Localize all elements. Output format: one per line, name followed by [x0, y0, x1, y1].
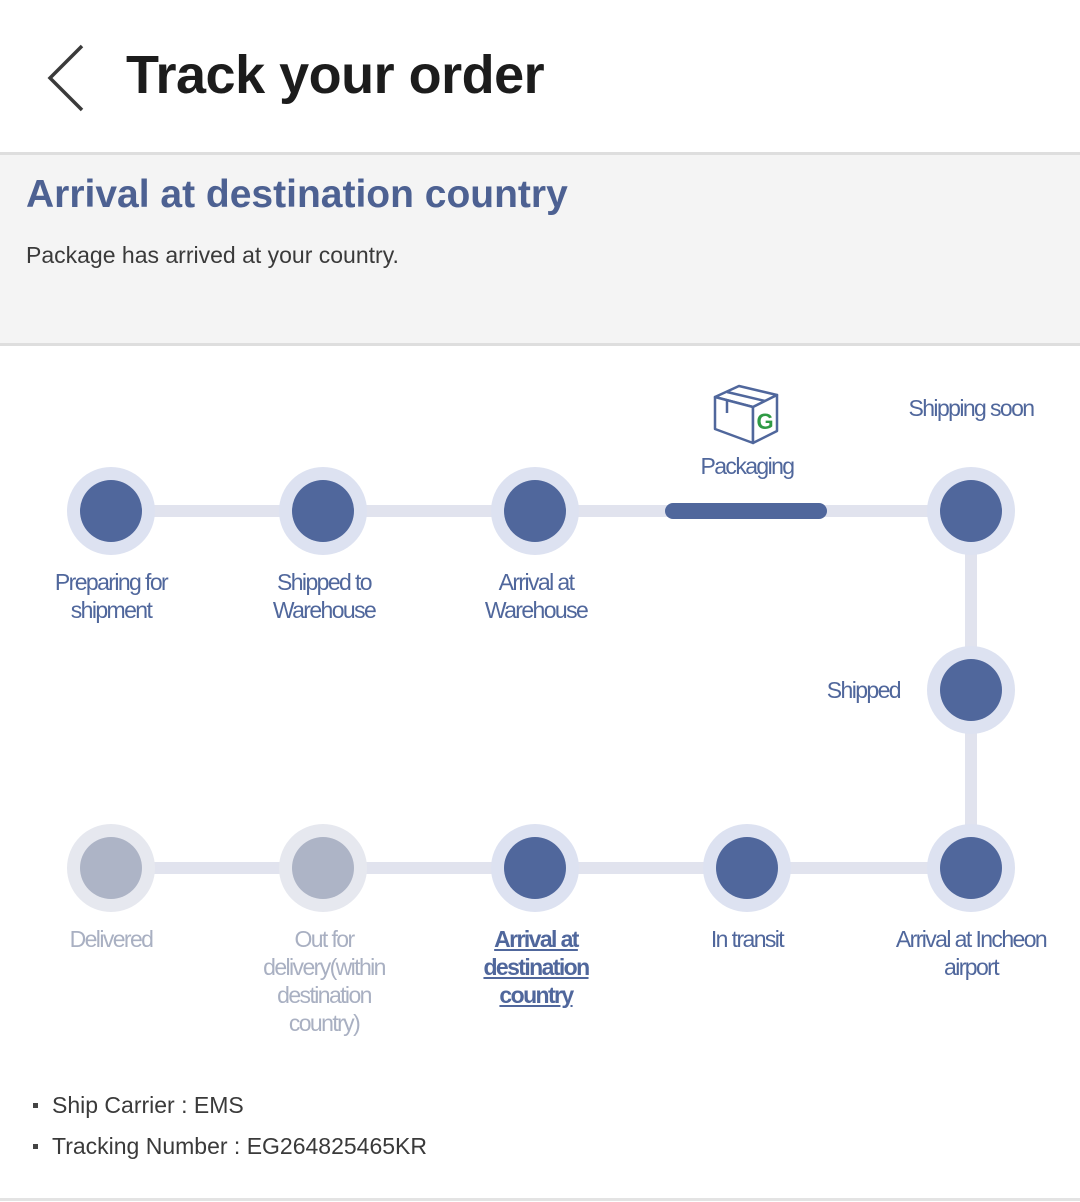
step-label-arrival-warehouse: Arrival at Warehouse — [484, 569, 589, 623]
step-dot — [504, 837, 566, 899]
step-label-shipped-to-warehouse: Shipped to Warehouse — [272, 569, 377, 623]
step-dot — [940, 837, 1002, 899]
step-node-arrival-incheon — [927, 824, 1015, 912]
step-label-delivered: Delivered — [69, 926, 154, 952]
step-dot — [292, 837, 354, 899]
svg-text:G: G — [756, 409, 773, 434]
tracking-number-text[interactable]: Tracking Number : EG264825465KR — [52, 1133, 427, 1159]
step-node-preparing — [67, 467, 155, 555]
step-node-shipped — [927, 646, 1015, 734]
app-header: Track your order — [0, 0, 1080, 152]
step-dot — [80, 837, 142, 899]
step-node-in-transit — [703, 824, 791, 912]
step-dot — [716, 837, 778, 899]
step-label-shipping-soon: Shipping soon — [908, 395, 1036, 421]
step-label-in-transit: In transit — [710, 926, 785, 952]
step-node-delivered — [67, 824, 155, 912]
step-node-shipped-to-warehouse — [279, 467, 367, 555]
ship-carrier: Ship Carrier : EMS — [28, 1088, 427, 1129]
step-node-arrival-warehouse — [491, 467, 579, 555]
page-title: Track your order — [126, 45, 545, 105]
step-node-shipping-soon — [927, 467, 1015, 555]
step-dot — [940, 659, 1002, 721]
status-description: Package has arrived at your country. — [26, 242, 399, 268]
step-dot — [80, 480, 142, 542]
shipment-info: Ship Carrier : EMS Tracking Number : EG2… — [28, 1088, 427, 1170]
step-label-out-for-delivery: Out for delivery(within destination coun… — [263, 926, 386, 1036]
packaging-progress-bar — [665, 503, 827, 519]
step-node-out-for-delivery — [279, 824, 367, 912]
divider — [0, 1198, 1080, 1201]
tracking-number: Tracking Number : EG264825465KR — [28, 1129, 427, 1170]
bullet — [33, 1144, 38, 1149]
step-label-arrival-incheon: Arrival at Incheon airport — [895, 926, 1048, 980]
step-dot — [292, 480, 354, 542]
chevron-left-icon — [47, 44, 84, 112]
box-icon: G — [713, 384, 779, 445]
back-button[interactable] — [36, 38, 100, 118]
step-dot — [940, 480, 1002, 542]
step-label-arrival-destination: Arrival at destination country — [483, 926, 590, 1008]
step-node-arrival-destination — [491, 824, 579, 912]
bullet — [33, 1103, 38, 1108]
status-panel: Arrival at destination country Package h… — [0, 152, 1080, 346]
ship-carrier-text: Ship Carrier : EMS — [52, 1092, 244, 1118]
status-title: Arrival at destination country — [26, 173, 568, 216]
step-label-packaging: Packaging — [700, 453, 795, 479]
step-label-preparing: Preparing for shipment — [54, 569, 169, 623]
step-dot — [504, 480, 566, 542]
tracking-timeline: G Preparing for shipment Shipped to Ware… — [0, 346, 1080, 1066]
step-label-shipped: Shipped — [826, 677, 902, 703]
